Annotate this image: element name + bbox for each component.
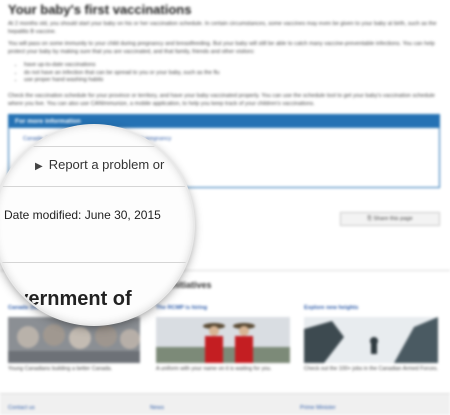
climbing-image [304,317,438,363]
government-heading: overnment of [5,288,132,310]
expand-triangle-icon: ▶ [35,161,43,172]
feature-title-3[interactable]: Explore new heights [304,305,358,311]
initiatives-title: initiatives [170,280,212,290]
report-problem-label: Report a problem or [48,157,165,172]
feature-caption-1: Young Canadians building a better Canada… [8,366,113,372]
page-heading: Your baby's first vaccinations [8,2,192,17]
feature-image-3[interactable] [304,317,438,363]
divider [0,262,193,263]
share-button[interactable]: ⎘ Share this page [340,212,440,226]
divider [0,146,193,147]
immunity-paragraph: You will pass on some immunity to your c… [8,41,435,55]
footer-link-news[interactable]: News [150,405,164,411]
intro-paragraph: At 2 months old, you should start your b… [8,21,437,35]
date-modified-label: Date modified: [4,208,82,222]
report-problem-link[interactable]: ▶ Report a problem or [35,157,164,172]
list-item: do not have an infection that can be spr… [24,70,220,78]
more-info-title: For more information [9,115,439,128]
share-label: Share this page [373,216,413,222]
list-item: have up-to-date vaccinations [24,62,220,70]
feature-image-1[interactable] [8,317,140,363]
feature-title-2[interactable]: The RCMP is hiring [156,305,207,311]
tips-list: have up-to-date vaccinations do not have… [16,62,220,85]
rcmp-officers-image [156,317,290,363]
magnifier-lens: ▶ Report a problem or Date modified: June… [0,126,193,324]
schedule-paragraph: Check the vaccination schedule for your … [8,93,435,107]
date-modified-value: June 30, 2015 [84,208,161,222]
youth-group-image [8,317,140,363]
list-item: use proper hand washing habits [24,77,220,85]
footer-link-contact[interactable]: Contact us [8,405,35,411]
feature-caption-3: Check out the 100+ jobs in the Canadian … [304,366,439,372]
feature-caption-2: A uniform with your name on it is waitin… [156,366,272,372]
footer: Contact us News Prime Minister [0,393,450,415]
divider [0,186,193,187]
date-modified: Date modified: June 30, 2015 [4,208,161,222]
feature-image-2[interactable] [156,317,290,363]
footer-link-prime-minister[interactable]: Prime Minister [300,405,336,411]
